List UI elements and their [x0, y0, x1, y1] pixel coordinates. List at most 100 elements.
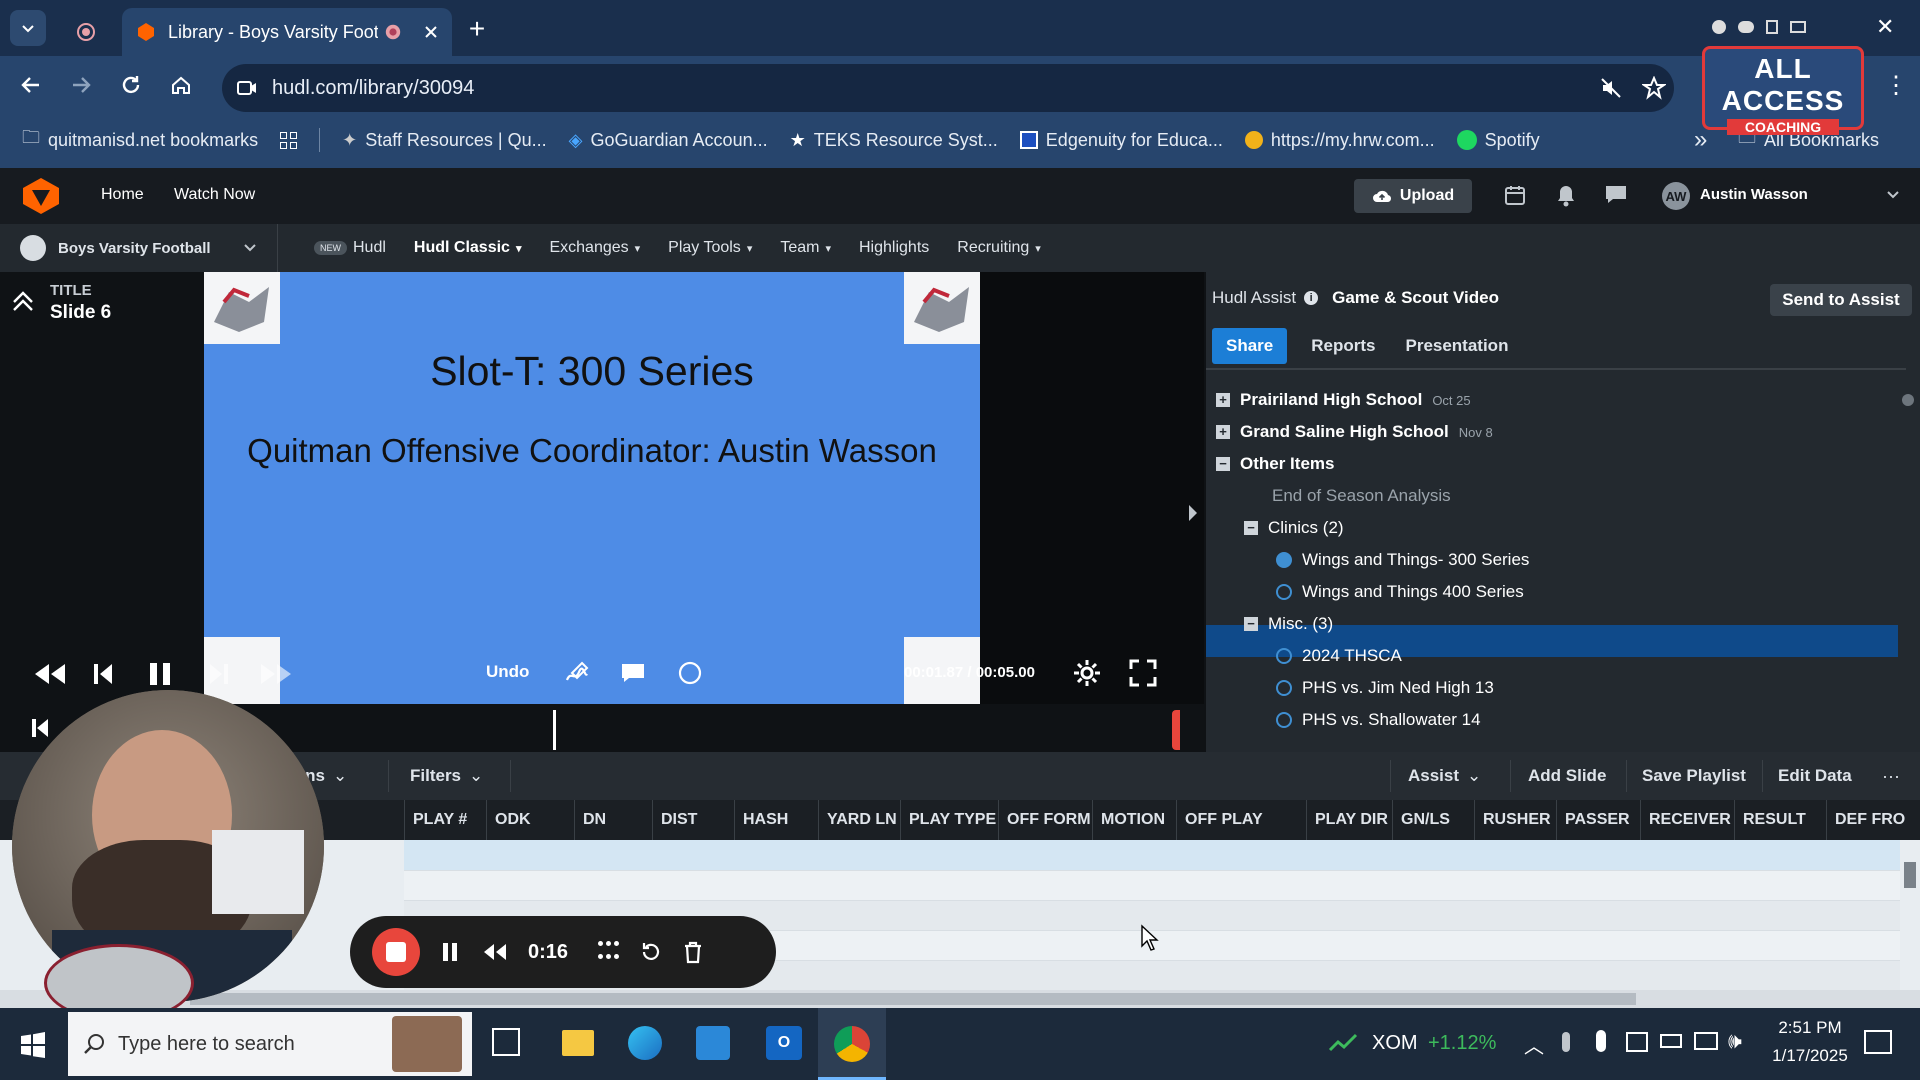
column-header[interactable]: MOTION — [1092, 800, 1176, 840]
comment-icon[interactable] — [620, 662, 646, 684]
file-explorer-icon[interactable] — [562, 1030, 594, 1056]
subnav-hudl-classic[interactable]: Hudl Classic ▾ — [414, 239, 522, 257]
extension-draw-icon[interactable] — [1766, 20, 1778, 34]
stock-symbol[interactable]: XOM — [1372, 1032, 1418, 1055]
hudl-logo-icon[interactable] — [20, 176, 62, 216]
collapse-minus-icon[interactable]: − — [1244, 617, 1258, 631]
settings-gear-icon[interactable] — [1072, 658, 1102, 688]
muted-speaker-icon[interactable] — [1600, 77, 1622, 99]
column-header[interactable]: PASSER — [1556, 800, 1640, 840]
avatar[interactable]: AW — [1662, 182, 1690, 210]
draw-tool-icon[interactable] — [564, 660, 590, 686]
microsoft-store-icon[interactable] — [696, 1026, 730, 1060]
tree-item-thsca[interactable]: 2024 THSCA — [1276, 646, 1402, 666]
subnav-recruiting[interactable]: Recruiting ▾ — [957, 239, 1041, 257]
info-icon[interactable]: i — [1304, 291, 1319, 305]
tab-recorder[interactable] — [62, 8, 110, 56]
collapse-up-icon[interactable] — [10, 288, 36, 314]
column-header[interactable]: HASH — [734, 800, 818, 840]
nav-home[interactable]: Home — [101, 186, 144, 204]
team-selector[interactable]: Boys Varsity Football — [0, 224, 278, 272]
rewind-icon[interactable] — [482, 942, 508, 962]
bookmarks-overflow-chevron-icon[interactable]: » — [1694, 126, 1707, 154]
bookmark-teks[interactable]: ★ TEKS Resource Syst... — [790, 130, 998, 151]
tab-share[interactable]: Share — [1212, 328, 1288, 364]
step-forward-icon[interactable] — [206, 660, 232, 688]
window-close-icon[interactable]: ✕ — [1876, 14, 1894, 40]
tree-item-misc[interactable]: − Misc. (3) — [1244, 614, 1333, 634]
undo-button[interactable]: Undo — [486, 662, 529, 682]
extension-cast-icon[interactable] — [1790, 21, 1806, 33]
scrollbar-thumb[interactable] — [1902, 394, 1914, 406]
windows-start-icon[interactable] — [20, 1032, 46, 1058]
collapse-minus-icon[interactable]: − — [1244, 521, 1258, 535]
column-header[interactable]: RESULT — [1734, 800, 1826, 840]
tree-item-wings-400[interactable]: Wings and Things 400 Series — [1276, 582, 1524, 602]
send-to-assist-button[interactable]: Send to Assist — [1770, 284, 1912, 316]
column-header[interactable]: PLAY # — [404, 800, 486, 840]
camera-icon[interactable] — [1626, 1032, 1648, 1052]
vertical-scrollbar[interactable] — [1900, 840, 1920, 990]
more-options-icon[interactable]: ··· — [1882, 752, 1900, 800]
column-header[interactable]: DEF FRO — [1826, 800, 1920, 840]
bookmark-spotify[interactable]: Spotify — [1456, 130, 1540, 151]
bookmark-edgenuity[interactable]: Edgenuity for Educa... — [1019, 130, 1223, 151]
save-playlist-button[interactable]: Save Playlist — [1642, 752, 1746, 800]
network-icon[interactable] — [1694, 1032, 1718, 1050]
battery-icon[interactable] — [1660, 1034, 1682, 1048]
video-player[interactable]: Slot-T: 300 Series Quitman Offensive Coo… — [204, 272, 980, 704]
reload-icon[interactable] — [120, 74, 142, 96]
column-header[interactable]: ODK — [486, 800, 574, 840]
user-name[interactable]: Austin Wasson — [1700, 186, 1808, 203]
clock-date[interactable]: 1/17/2025 — [1766, 1046, 1854, 1066]
task-view-icon[interactable] — [492, 1028, 520, 1056]
microphone-active-icon[interactable] — [1596, 1030, 1606, 1052]
column-header[interactable]: RUSHER — [1474, 800, 1556, 840]
tab-hudl-library[interactable]: Library - Boys Varsity Footb — [122, 8, 452, 56]
tab-presentation[interactable]: Presentation — [1399, 328, 1514, 364]
column-header[interactable]: DIST — [652, 800, 734, 840]
calendar-icon[interactable] — [1504, 184, 1526, 206]
show-hidden-icons-chevron-icon[interactable]: ︿ — [1524, 1030, 1544, 1059]
radio-icon[interactable] — [1276, 680, 1292, 696]
back-arrow-icon[interactable] — [20, 74, 42, 96]
filters-button[interactable]: Filters ⌄ — [410, 752, 483, 800]
trash-icon[interactable] — [682, 940, 704, 964]
new-tab-button[interactable]: + — [462, 13, 492, 44]
home-icon[interactable] — [170, 74, 192, 96]
radio-icon[interactable] — [1276, 584, 1292, 600]
tree-item-end-of-season[interactable]: End of Season Analysis — [1272, 486, 1451, 506]
clip-end-marker[interactable] — [1172, 710, 1180, 750]
messages-icon[interactable] — [1603, 182, 1633, 208]
notifications-bell-icon[interactable] — [1554, 182, 1578, 208]
grid-dots-icon[interactable] — [598, 941, 620, 963]
extension-camera-icon[interactable] — [1738, 21, 1754, 33]
column-header[interactable]: OFF FORM — [998, 800, 1092, 840]
circle-tool-icon[interactable] — [677, 660, 703, 686]
volume-icon[interactable]: 🕪 — [1728, 1028, 1742, 1054]
column-header[interactable]: DN — [574, 800, 652, 840]
subnav-hudl[interactable]: NEW Hudl — [314, 239, 386, 257]
step-back-icon[interactable] — [90, 660, 116, 688]
bookmark-hrw[interactable]: https://my.hrw.com... — [1244, 130, 1435, 151]
pause-icon[interactable] — [146, 660, 174, 688]
tab-reports[interactable]: Reports — [1287, 328, 1399, 364]
column-header[interactable]: RECEIVER — [1640, 800, 1734, 840]
tree-item-prairiland[interactable]: + Prairiland High School Oct 25 — [1216, 390, 1471, 410]
taskbar-search-box[interactable]: Type here to search — [68, 1012, 472, 1076]
radio-icon[interactable] — [1276, 648, 1292, 664]
bookmark-staff-resources[interactable]: ✦ Staff Resources | Qu... — [342, 130, 547, 151]
checked-radio-icon[interactable] — [1276, 552, 1292, 568]
expand-plus-icon[interactable]: + — [1216, 393, 1230, 407]
microphone-icon[interactable] — [1562, 1032, 1570, 1052]
fullscreen-icon[interactable] — [1128, 658, 1158, 688]
tree-item-other-items[interactable]: − Other Items — [1216, 454, 1334, 474]
table-row[interactable] — [404, 840, 1900, 870]
bookmark-star-icon[interactable] — [1642, 76, 1666, 100]
tree-item-clinics[interactable]: − Clinics (2) — [1244, 518, 1344, 538]
add-slide-button[interactable]: Add Slide — [1528, 752, 1606, 800]
column-header[interactable]: YARD LN — [818, 800, 900, 840]
fast-forward-icon[interactable] — [258, 660, 294, 688]
tree-item-wings-300[interactable]: Wings and Things- 300 Series — [1276, 550, 1529, 570]
site-info-icon[interactable] — [236, 78, 258, 98]
